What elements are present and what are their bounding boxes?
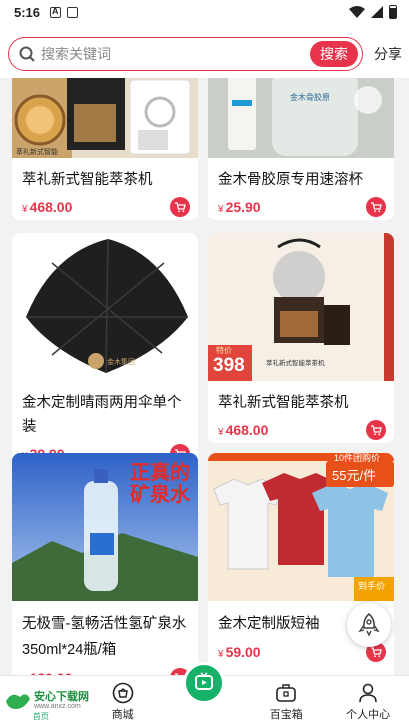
product-price: ¥59.00	[218, 644, 261, 660]
svg-text:萃礼新式智能: 萃礼新式智能	[16, 147, 58, 156]
share-button[interactable]: 分享	[374, 44, 402, 64]
product-image-tea-machine-2: 萃礼新式智能萃茶机 特价 398	[208, 233, 394, 381]
tab-center-play[interactable]	[164, 662, 246, 727]
search-button[interactable]: 搜索	[310, 41, 358, 67]
cart-icon	[371, 647, 382, 658]
add-to-cart-button[interactable]	[170, 197, 190, 217]
add-to-cart-button[interactable]	[366, 420, 386, 440]
watermark: 安心下载网 www.anxz.com	[4, 689, 89, 711]
notification-a-icon	[50, 6, 62, 18]
watermark-title: 安心下载网	[34, 690, 89, 703]
product-image-mineral-water: 正真的矿泉水	[12, 453, 198, 601]
banner-top-text: 10件团购价	[334, 453, 381, 463]
tab-treasure-label: 百宝箱	[269, 709, 303, 721]
product-image-tshirt: 10件团购价 55元/件 到手价	[208, 453, 394, 601]
user-icon	[359, 683, 377, 703]
search-input[interactable]	[41, 46, 310, 62]
product-card[interactable]: 正真的矿泉水 无极雪-氢畅活性氢矿泉水350ml*24瓶/箱 ¥120.00	[12, 453, 198, 678]
signal-icon	[371, 6, 383, 18]
tab-home-label: 首页	[32, 712, 49, 721]
product-title: 无极雪-氢畅活性氢矿泉水350ml*24瓶/箱	[22, 616, 187, 658]
banner-price-text: 55元/件	[332, 468, 377, 483]
product-title: 金木定制晴雨两用伞单个装	[22, 395, 182, 435]
promo-badge-price: 398	[213, 355, 245, 376]
notification-box-icon	[67, 6, 79, 18]
product-title: 金木骨胶原专用速溶杯	[218, 172, 363, 188]
tab-profile[interactable]: 个人中心	[327, 676, 409, 727]
poster-slogan: 正真的矿泉水	[130, 460, 190, 506]
product-price: ¥468.00	[218, 422, 269, 438]
search-box[interactable]: 搜索	[8, 37, 363, 71]
wifi-icon	[349, 6, 365, 18]
svg-text:金木骨胶原: 金木骨胶原	[290, 92, 330, 102]
tv-play-icon	[195, 672, 214, 690]
back-to-top-button[interactable]	[347, 603, 391, 647]
tab-profile-label: 个人中心	[346, 709, 391, 721]
search-row: 搜索 分享	[0, 34, 409, 74]
watermark-logo-icon	[6, 694, 30, 709]
status-time: 5:16	[14, 4, 41, 20]
add-to-cart-button[interactable]	[366, 197, 386, 217]
product-grid: 萃礼新式智能 萃礼新式智能萃茶机 ¥468.00 金木骨胶原 金木骨胶原专用速溶…	[0, 78, 409, 678]
tab-mall-label: 商城	[111, 709, 134, 721]
product-title: 萃礼新式智能萃茶机	[22, 172, 153, 188]
tab-treasure[interactable]: 百宝箱	[245, 676, 327, 727]
product-image-umbrella: 金木集团	[12, 233, 198, 381]
corner-price-label: 到手价	[358, 581, 386, 591]
cart-icon	[175, 202, 186, 213]
product-price: ¥468.00	[22, 199, 73, 215]
product-card[interactable]: 萃礼新式智能萃茶机 特价 398 萃礼新式智能萃茶机 ¥468.00	[208, 233, 394, 443]
cart-icon	[371, 202, 382, 213]
product-price: ¥25.90	[218, 199, 261, 215]
product-card[interactable]: 金木骨胶原 金木骨胶原专用速溶杯 ¥25.90	[208, 78, 394, 220]
battery-icon	[389, 5, 397, 19]
status-bar: 5:16	[0, 0, 409, 24]
cart-icon	[371, 425, 382, 436]
tab-mall[interactable]: 商城	[82, 676, 164, 727]
watermark-url: www.anxz.com	[34, 702, 81, 710]
svg-text:金木集团: 金木集团	[107, 357, 135, 366]
product-title: 萃礼新式智能萃茶机	[218, 395, 349, 411]
treasure-box-icon	[276, 684, 297, 702]
search-icon	[19, 46, 35, 62]
svg-text:萃礼新式智能萃茶机: 萃礼新式智能萃茶机	[266, 358, 325, 367]
product-image-collagen-cup: 金木骨胶原	[208, 78, 394, 158]
rocket-icon	[358, 613, 380, 637]
product-image-tea-machine: 萃礼新式智能	[12, 78, 198, 158]
shopping-bag-icon	[112, 682, 133, 704]
product-card[interactable]: 萃礼新式智能 萃礼新式智能萃茶机 ¥468.00	[12, 78, 198, 220]
product-card[interactable]: 金木集团 金木定制晴雨两用伞单个装 ¥39.90	[12, 233, 198, 467]
center-tab-bubble	[183, 662, 226, 704]
